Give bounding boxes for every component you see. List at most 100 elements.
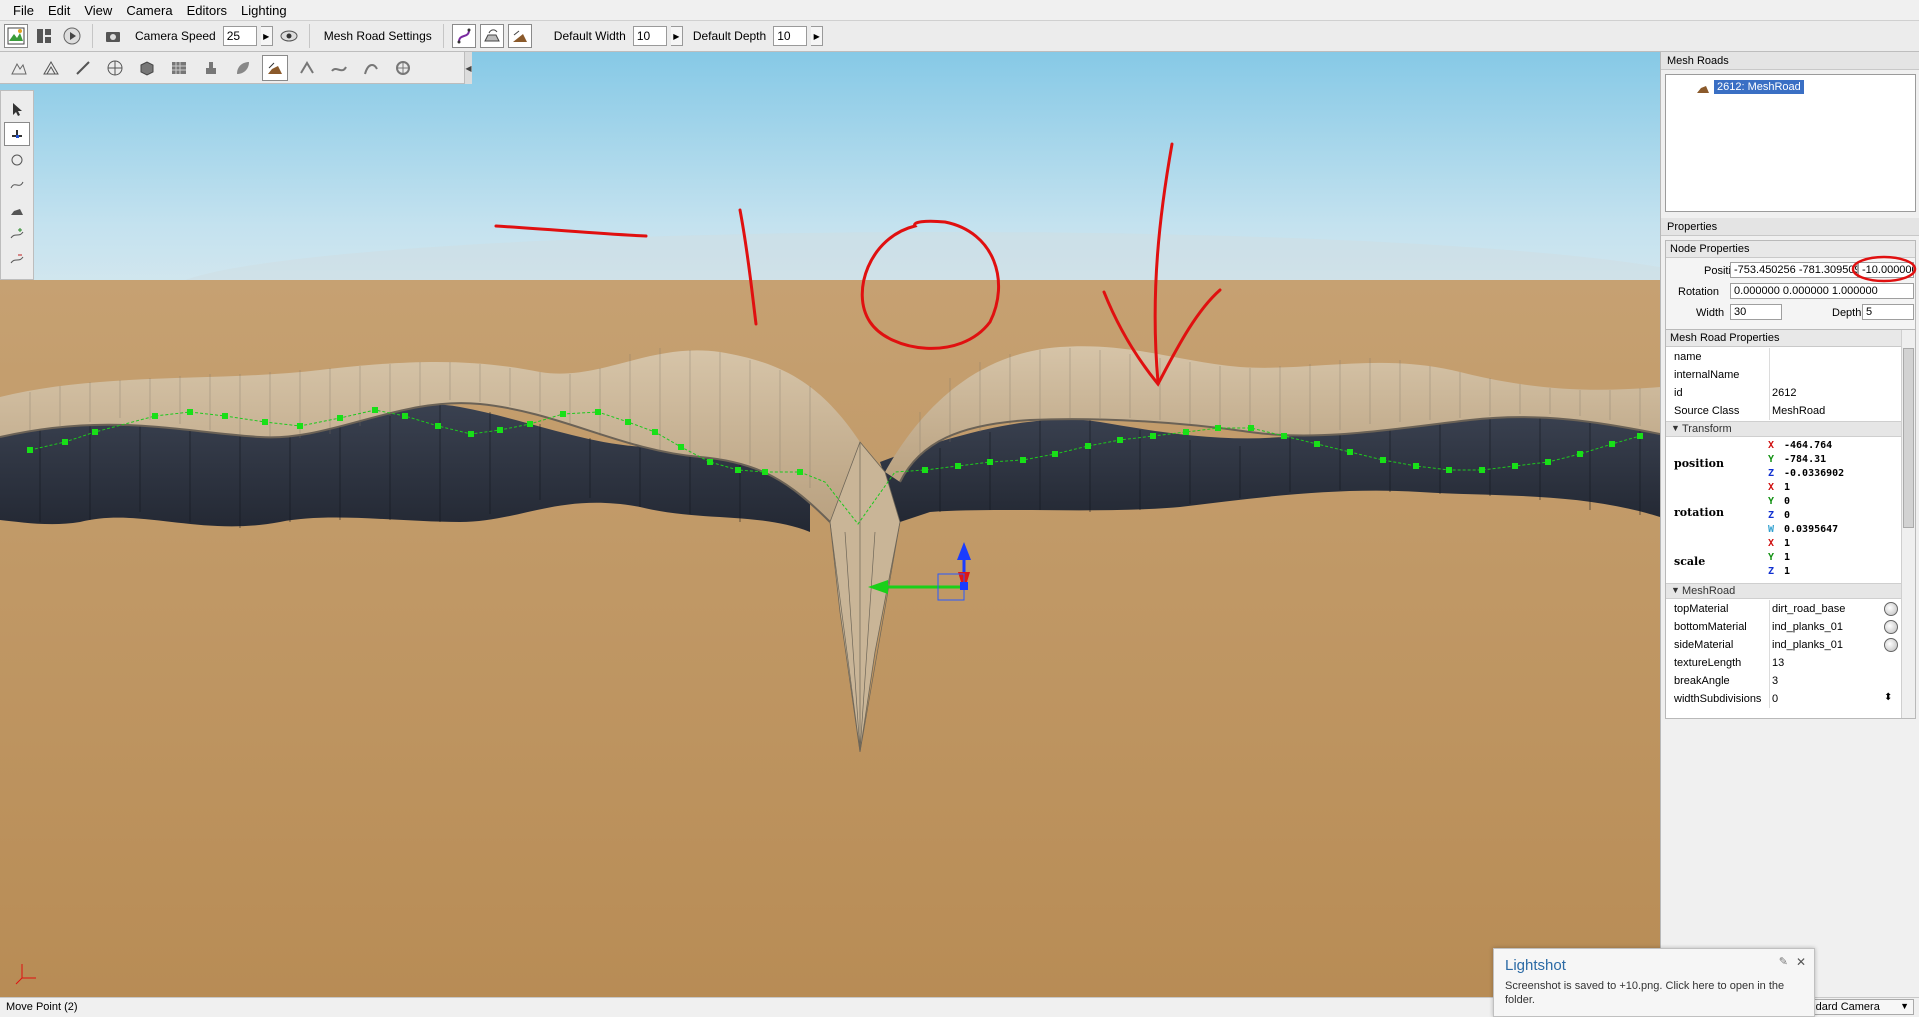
show-road-button[interactable] [479,24,504,48]
properties-scrollbar[interactable] [1901,330,1915,718]
transform-rotation-y[interactable]: 0 [1784,496,1790,507]
material-picker-globe-icon[interactable] [1884,620,1898,634]
menu-view[interactable]: View [77,3,119,18]
collapse-triangle-icon: ▼ [1671,423,1680,433]
mesh-road-properties: Mesh Road Properties name internalName i… [1665,329,1916,719]
transform-rotation-z[interactable]: 0 [1784,510,1790,521]
node-position-field[interactable]: -753.450256 -781.309509 [1730,262,1858,278]
shape-editor-button[interactable] [358,55,384,81]
prop-sidematerial-value[interactable]: ind_planks_01 [1772,639,1843,651]
3d-viewport[interactable] [0,52,1660,997]
insert-point-tool-button[interactable] [4,222,30,246]
default-depth-arrow[interactable]: ▶ [811,26,824,46]
play-button[interactable] [60,24,84,48]
default-width-label: Default Width [553,29,626,43]
default-width-field[interactable]: 10 [632,26,667,46]
camera-button[interactable] [101,24,125,48]
select-tool-button[interactable] [4,97,30,121]
prop-row-texturelength[interactable]: textureLength 13 [1666,654,1901,672]
prop-row-bottommaterial[interactable]: bottomMaterial ind_planks_01 [1666,618,1901,636]
scrollbar-thumb[interactable] [1903,348,1914,528]
datablock-editor-button[interactable] [134,55,160,81]
prop-widthsubdivisions-value[interactable]: 0 [1772,693,1778,705]
road-tool-icon [300,60,314,74]
menu-lighting[interactable]: Lighting [234,3,294,18]
mesh-road-tree-item[interactable]: 2612: MeshRoad [1696,80,1804,94]
transform-position-x[interactable]: -464.764 [1784,440,1832,451]
transform-position-y[interactable]: -784.31 [1784,454,1826,465]
prop-row-name[interactable]: name [1666,348,1901,366]
material-editor-button[interactable] [70,55,96,81]
prop-bottommaterial-value[interactable]: ind_planks_01 [1772,621,1843,633]
axis-y-label: Y [1768,454,1775,465]
wireframe-toggle-button[interactable] [451,24,476,48]
camera-speed-field[interactable]: 25 [222,26,257,46]
visibility-button[interactable] [277,24,301,48]
default-depth-field[interactable]: 10 [773,26,808,46]
mesh-road-tree[interactable]: 2612: MeshRoad [1665,74,1916,212]
transform-scale-x[interactable]: 1 [1784,538,1790,549]
palette-collapse-grip[interactable]: ◀ [464,52,472,84]
prop-texturelength-label: textureLength [1674,657,1742,669]
prop-row-widthsubdivisions[interactable]: widthSubdivisions 0 ⬍ [1666,690,1901,708]
prop-breakangle-value[interactable]: 3 [1772,675,1778,687]
transform-rotation-w[interactable]: 0.0395647 [1784,524,1838,535]
terrain-editor-button[interactable] [6,55,32,81]
leaf-icon [237,61,249,74]
insert-point-icon [10,228,24,239]
navmesh-editor-button[interactable] [390,55,416,81]
meshroad-group[interactable]: ▼ MeshRoad [1666,583,1901,599]
sketch-tool-button[interactable] [102,55,128,81]
scale-point-tool-button[interactable] [4,172,30,196]
decal-editor-button[interactable] [230,55,256,81]
transform-scale-y[interactable]: 1 [1784,552,1790,563]
gui-editor-button[interactable] [32,24,56,48]
forest-editor-button[interactable] [166,55,192,81]
toolbar-separator [442,24,444,48]
prop-row-sidematerial[interactable]: sideMaterial ind_planks_01 [1666,636,1901,654]
prop-row-breakangle[interactable]: breakAngle 3 [1666,672,1901,690]
eye-icon [280,30,298,42]
pin-icon[interactable]: ✎ [1779,955,1788,968]
transform-group[interactable]: ▼ Transform [1666,421,1901,437]
camera-speed-arrow[interactable]: ▶ [260,26,273,46]
mesh-road-editor-button[interactable] [262,54,288,81]
river-editor-button[interactable] [326,55,352,81]
material-picker-globe-icon[interactable] [1884,602,1898,616]
transform-scale-z[interactable]: 1 [1784,566,1790,577]
road-editor-button[interactable] [294,55,320,81]
spinner-icon[interactable]: ⬍ [1884,692,1892,703]
menu-edit[interactable]: Edit [41,3,77,18]
add-road-tool-button[interactable] [4,197,30,221]
transform-position-label: position [1674,457,1724,470]
prop-bottommaterial-label: bottomMaterial [1674,621,1747,633]
show-spline-button[interactable] [507,24,532,48]
material-picker-globe-icon[interactable] [1884,638,1898,652]
transform-rotation-x[interactable]: 1 [1784,482,1790,493]
lightshot-notification[interactable]: Lightshot ✎ ✕ Screenshot is saved to +10… [1493,948,1815,1017]
node-width-field[interactable]: 30 [1730,304,1782,320]
node-depth-field[interactable]: 5 [1862,304,1914,320]
prop-topmaterial-value[interactable]: dirt_road_base [1772,603,1845,615]
layout-icon [37,29,51,43]
remove-point-tool-button[interactable] [4,247,30,271]
menu-camera[interactable]: Camera [119,3,179,18]
default-width-arrow[interactable]: ▶ [670,26,683,46]
lightshot-message[interactable]: Screenshot is saved to +10.png. Click he… [1505,979,1805,1007]
terrain-painter-button[interactable] [38,55,64,81]
menu-file[interactable]: File [6,3,41,18]
move-point-tool-button[interactable] [4,122,30,146]
menu-editors[interactable]: Editors [180,3,234,18]
close-icon[interactable]: ✕ [1796,955,1806,969]
transform-position-z[interactable]: -0.0336902 [1784,468,1844,479]
particle-editor-button[interactable] [198,55,224,81]
brush-icon [76,60,90,75]
prop-texturelength-value[interactable]: 13 [1772,657,1784,669]
editor-tool-column [0,90,34,280]
prop-row-topmaterial[interactable]: topMaterial dirt_road_base [1666,600,1901,618]
prop-row-internalname[interactable]: internalName [1666,366,1901,384]
world-editor-button[interactable] [4,24,28,48]
node-rotation-field[interactable]: 0.000000 0.000000 1.000000 [1730,283,1914,299]
prop-sourceclass-value: MeshRoad [1772,405,1826,417]
rotate-point-tool-button[interactable] [4,147,30,171]
